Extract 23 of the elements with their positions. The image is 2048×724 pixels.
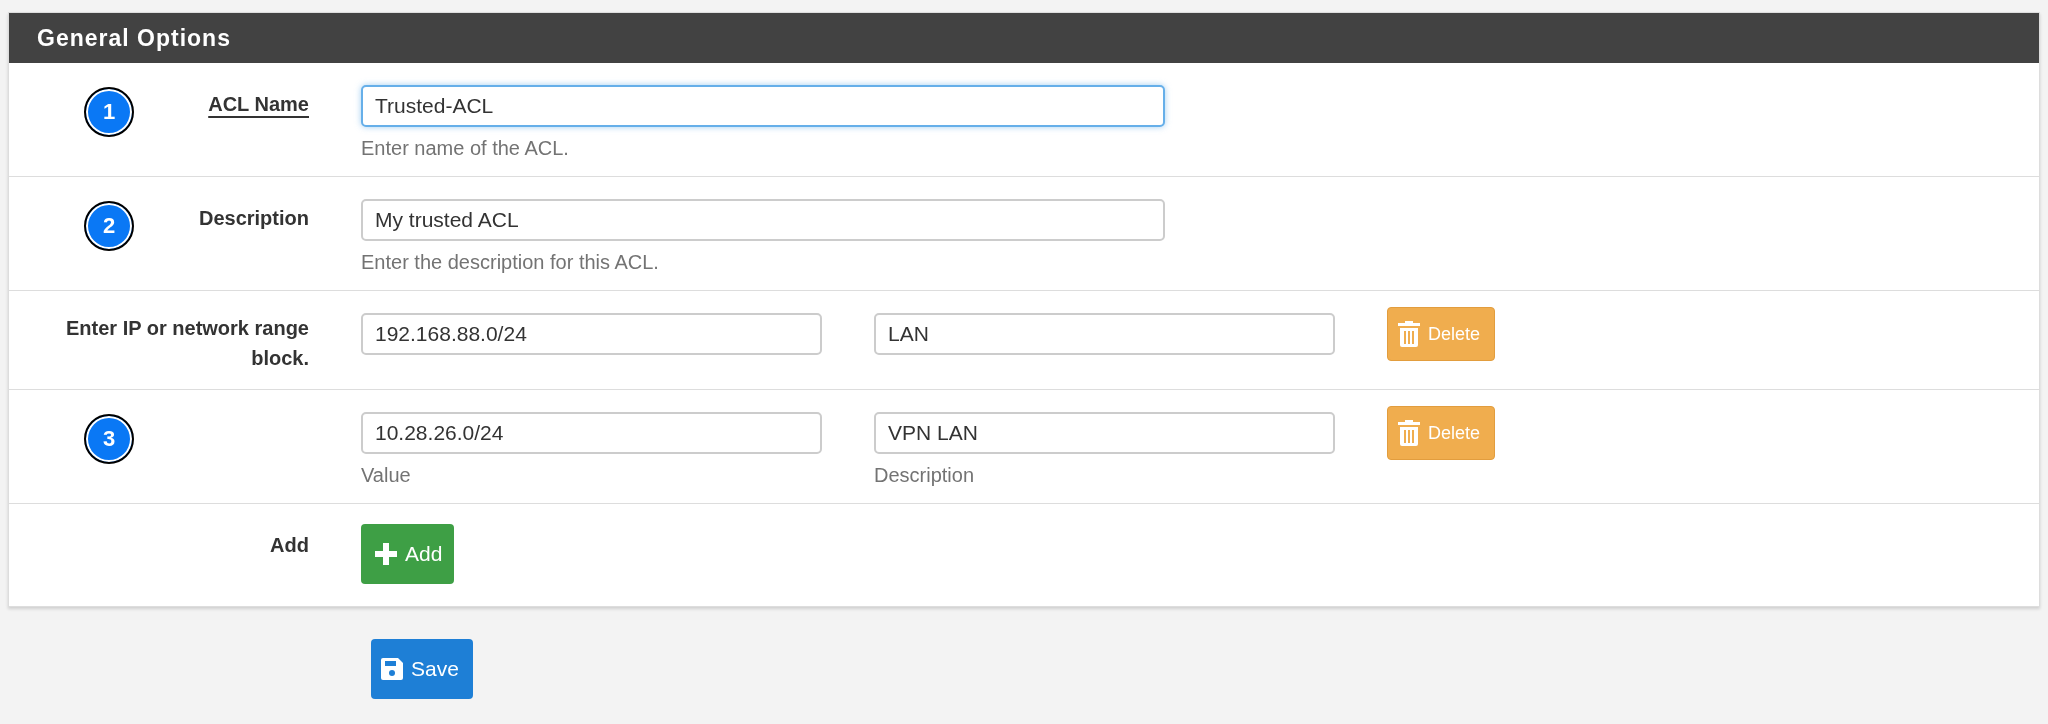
value-field[interactable]: 192.168.88.0/24 [361,313,822,355]
field-label: Description [198,207,309,229]
step-marker: 2 [84,201,134,251]
trash-icon [1398,420,1420,446]
save-icon [381,658,403,680]
value-field[interactable]: 10.28.26.0/24 [361,412,822,454]
text-field[interactable]: Trusted-ACL [361,85,1165,127]
save-button[interactable]: Save [371,639,473,699]
help-text: Description [874,464,976,487]
panel-title: General Options [37,24,231,52]
trash-icon [1398,321,1420,347]
field-label: ACL Name [208,93,309,115]
help-text: Enter the description for this ACL. [361,251,660,274]
description-field[interactable]: VPN LAN [874,412,1335,454]
help-text: Value [361,464,412,487]
plus-icon [375,543,397,565]
step-marker: 3 [84,414,134,464]
description-field[interactable]: LAN [874,313,1335,355]
help-text: Enter name of the ACL. [361,137,570,160]
step-marker: 1 [84,87,134,137]
text-field[interactable]: My trusted ACL [361,199,1165,241]
field-label: Add [270,534,309,556]
field-label: Enter IP or network range block. [65,317,309,369]
